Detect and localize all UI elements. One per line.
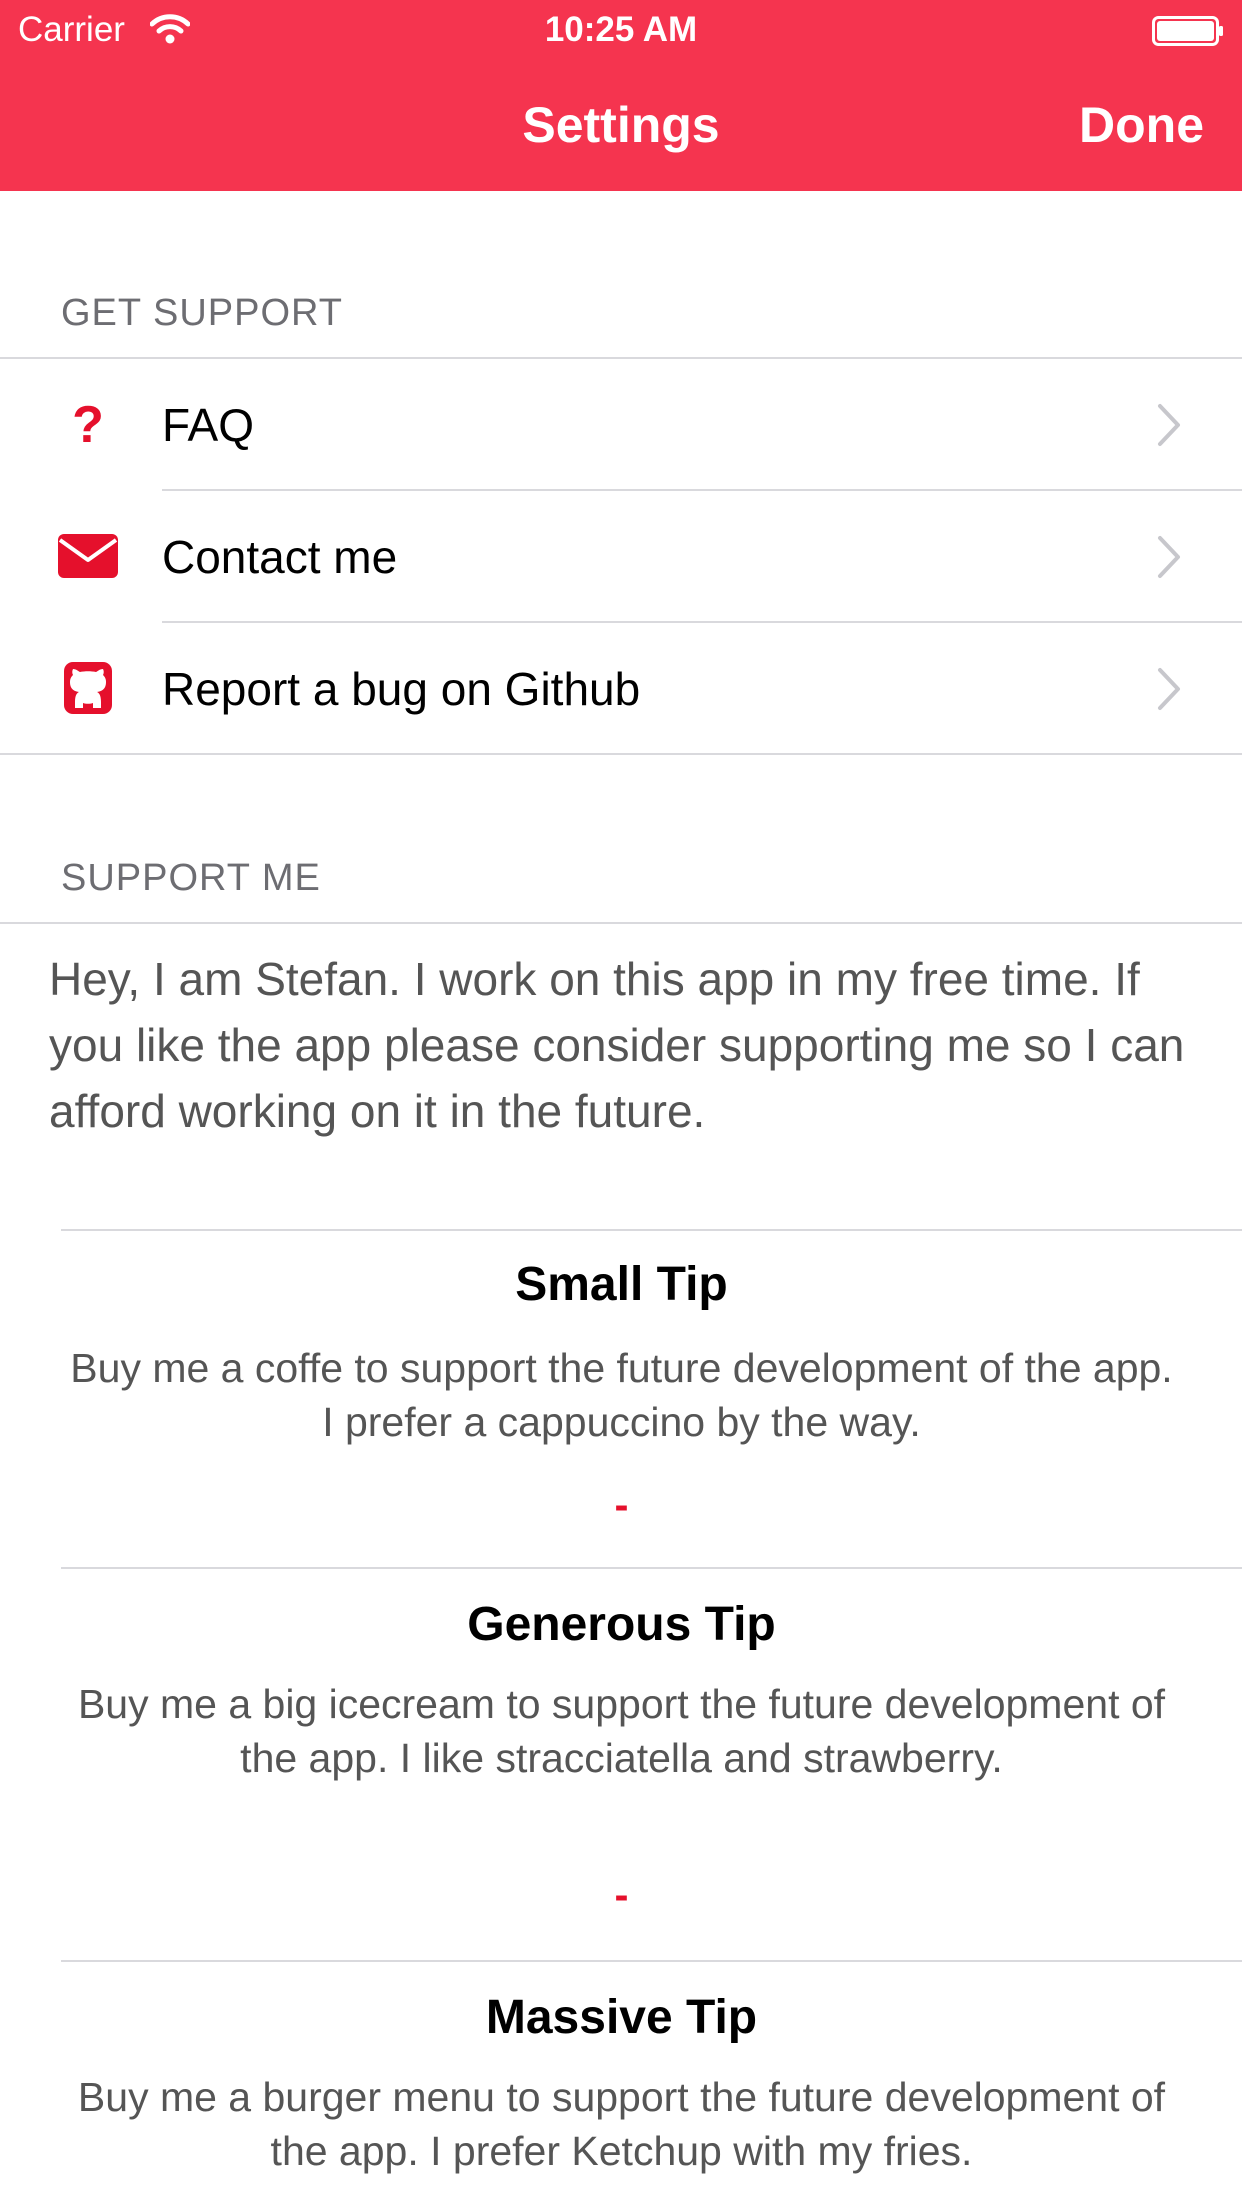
section-header-support-me: SUPPORT ME [61,857,321,899]
tip-price: - [614,1871,629,1918]
faq-row[interactable]: ? FAQ [0,358,1242,490]
massive-tip-button[interactable]: Massive Tip Buy me a burger menu to supp… [61,1962,1242,2208]
contact-label: Contact me [162,531,398,583]
chevron-right-icon [1158,536,1180,578]
contact-row[interactable]: Contact me [0,490,1242,622]
github-row[interactable]: Report a bug on Github [0,622,1242,754]
tip-description: Buy me a coffe to support the future dev… [70,1345,1173,1445]
svg-text:?: ? [72,398,104,450]
chevron-right-icon [1158,668,1180,710]
clock: 10:25 AM [544,10,698,49]
battery-icon [1152,16,1223,46]
status-bar: Carrier 10:25 AM [0,0,1242,60]
support-message: Hey, I am Stefan. I work on this app in … [49,953,1185,1137]
tip-description: Buy me a big icecream to support the fut… [77,1681,1166,1781]
envelope-icon [58,534,118,578]
done-button[interactable]: Done [1079,96,1204,154]
generous-tip-button[interactable]: Generous Tip Buy me a big icecream to su… [61,1569,1242,1959]
github-icon [64,662,112,714]
tip-title: Generous Tip [467,1598,776,1651]
tip-title: Massive Tip [485,1991,758,2044]
navigation-bar: Carrier 10:25 AM Settings Done [0,0,1242,191]
report-bug-label: Report a bug on Github [162,663,641,715]
tip-price: - [614,1481,629,1528]
faq-label: FAQ [162,399,255,451]
small-tip-button[interactable]: Small Tip Buy me a coffe to support the … [61,1231,1242,1566]
chevron-right-icon [1158,404,1180,446]
question-mark-icon: ? [72,398,104,450]
tip-description: Buy me a burger menu to support the futu… [77,2074,1166,2174]
divider [0,753,1242,755]
divider [0,922,1242,924]
section-header-get-support: GET SUPPORT [61,292,343,334]
tip-title: Small Tip [515,1258,728,1311]
page-title: Settings [522,97,720,153]
